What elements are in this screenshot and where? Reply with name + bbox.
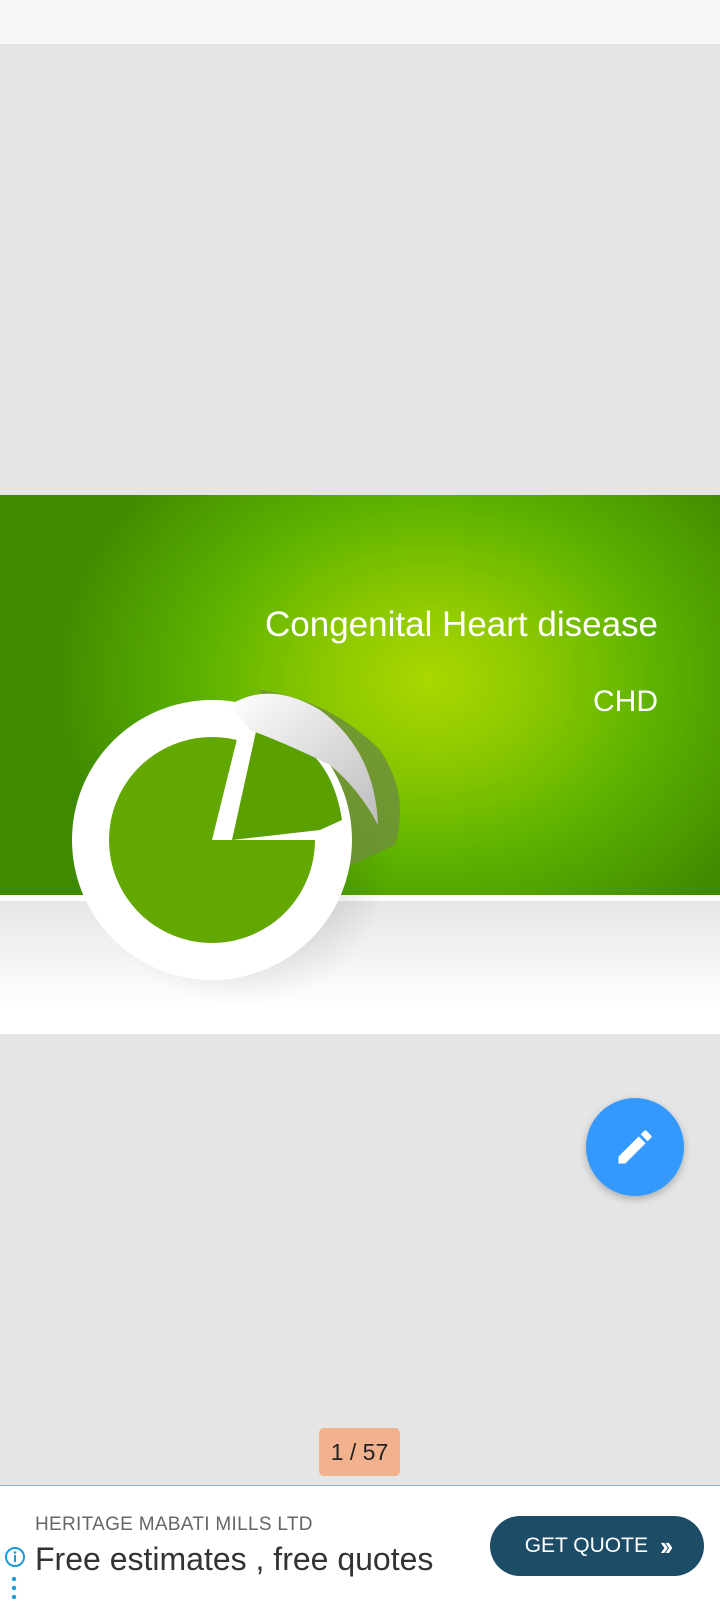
ad-banner[interactable]: HERITAGE MABATI MILLS LTD Free estimates… [0,1485,720,1601]
slide-title: Congenital Heart disease [264,605,658,644]
slide-1[interactable]: Congenital Heart disease CHD [0,495,720,1034]
ad-advertiser: HERITAGE MABATI MILLS LTD [35,1514,313,1535]
get-quote-label: GET QUOTE [524,1534,648,1557]
page-counter: 1 / 57 [319,1428,400,1476]
get-quote-button[interactable]: GET QUOTE ›› [490,1516,704,1576]
ad-headline[interactable]: Free estimates , free quotes [35,1541,433,1578]
pie-sticker-graphic [72,690,400,1005]
status-bar [0,0,720,44]
more-vertical-icon[interactable] [10,1576,18,1600]
slide-subtitle: CHD [593,685,658,718]
edit-button[interactable] [586,1098,684,1196]
pencil-icon [618,1130,652,1164]
info-icon[interactable] [4,1546,26,1568]
double-chevron-right-icon: ›› [659,1530,673,1561]
